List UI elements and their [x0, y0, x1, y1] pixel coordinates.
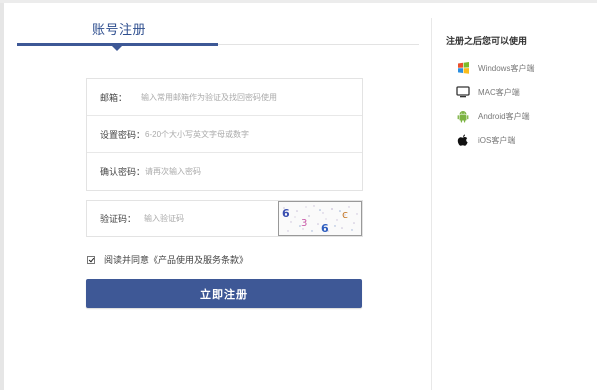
captcha-label: 验证码：	[100, 214, 137, 224]
client-windows-label: Windows客户端	[478, 63, 535, 73]
email-label: 邮箱：	[100, 92, 128, 103]
windows-icon	[456, 61, 470, 75]
panel-divider	[431, 18, 432, 390]
captcha-char-1: 6	[282, 207, 290, 220]
client-android-label: Android客户端	[478, 111, 530, 121]
captcha-char-4: c	[342, 208, 348, 221]
email-input[interactable]	[141, 92, 342, 102]
terms-text[interactable]: 阅读并同意《产品使用及服务条款》	[104, 253, 248, 266]
client-android[interactable]: Android客户端	[456, 109, 530, 123]
client-ios-label: iOS客户端	[478, 135, 516, 145]
captcha-row: 验证码： 6 3 6 c	[86, 200, 363, 237]
window-top-border	[0, 0, 597, 3]
confirm-password-row: 确认密码：	[87, 153, 362, 190]
terms-agreement: 阅读并同意《产品使用及服务条款》	[87, 253, 248, 266]
android-icon	[456, 109, 470, 123]
email-row: 邮箱：	[87, 79, 362, 116]
captcha-image[interactable]: 6 3 6 c	[278, 201, 362, 236]
client-windows[interactable]: Windows客户端	[456, 61, 534, 75]
register-form: 邮箱： 设置密码： 确认密码：	[86, 78, 363, 191]
client-mac-label: MAC客户端	[478, 87, 520, 97]
mac-monitor-icon	[456, 85, 470, 99]
terms-checkbox[interactable]	[87, 255, 95, 264]
apple-icon	[456, 133, 470, 147]
password-label: 设置密码：	[100, 129, 146, 140]
password-input[interactable]	[145, 129, 346, 139]
tab-account-register[interactable]: 账号注册	[92, 19, 146, 38]
register-button[interactable]: 立即注册	[86, 279, 362, 308]
confirm-password-label: 确认密码：	[100, 167, 146, 177]
captcha-input[interactable]	[144, 214, 255, 223]
tab-caret-icon	[112, 46, 122, 51]
confirm-password-input[interactable]	[145, 167, 346, 176]
client-mac[interactable]: MAC客户端	[456, 85, 520, 99]
client-ios[interactable]: iOS客户端	[456, 133, 515, 147]
captcha-char-2: 3	[301, 218, 307, 229]
captcha-char-3: 6	[321, 222, 329, 235]
window-left-border	[0, 3, 4, 390]
sidebar-title: 注册之后您可以使用	[446, 36, 528, 46]
password-row: 设置密码：	[87, 116, 362, 153]
